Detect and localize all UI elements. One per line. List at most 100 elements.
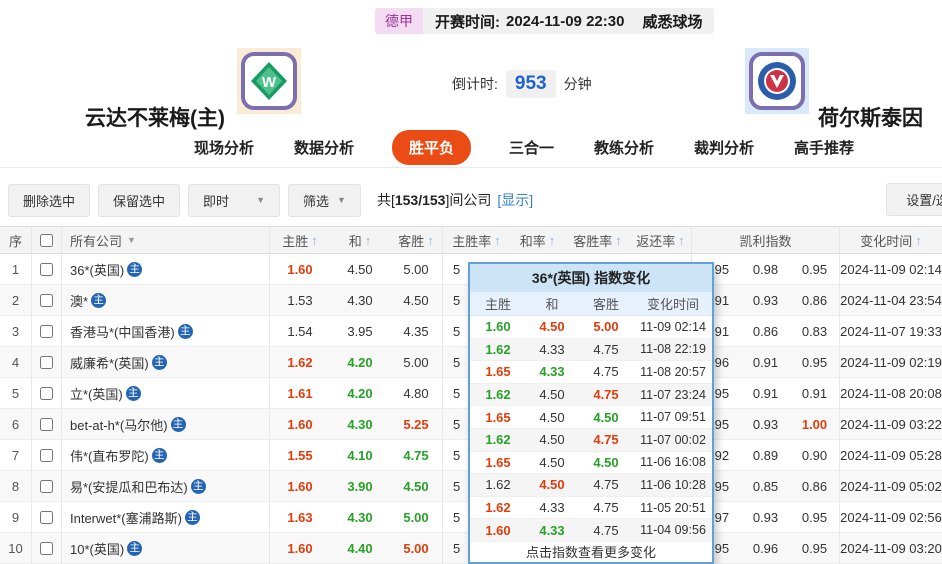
countdown: 倒计时: 953 分钟	[452, 70, 592, 98]
change-time: 2024-11-09 02:19	[840, 347, 942, 377]
draw-odds[interactable]: 4.30	[330, 285, 390, 315]
home-odds[interactable]: 1.60	[270, 533, 330, 563]
kelly-cell: 0.910.860.83	[692, 316, 840, 346]
away-odds[interactable]: 5.00	[390, 502, 443, 532]
show-link[interactable]: [显示]	[497, 192, 533, 208]
row-checkbox[interactable]	[40, 325, 53, 338]
popup-row: 1.62 4.33 4.75 11-08 22:19	[470, 339, 712, 362]
home-badge-icon: 主	[126, 386, 141, 401]
home-odds[interactable]: 1.61	[270, 378, 330, 408]
draw-odds[interactable]: 4.10	[330, 440, 390, 470]
home-odds[interactable]: 1.53	[270, 285, 330, 315]
draw-odds[interactable]: 4.20	[330, 378, 390, 408]
col-header-draw-rate[interactable]: 和率↑	[510, 227, 565, 253]
home-odds[interactable]: 1.60	[270, 409, 330, 439]
draw-odds[interactable]: 4.20	[330, 347, 390, 377]
away-odds[interactable]: 5.25	[390, 409, 443, 439]
away-odds[interactable]: 4.50	[390, 471, 443, 501]
sort-asc-icon: ↑	[615, 233, 622, 248]
company-cell[interactable]: 香港马*(中国香港) 主	[62, 316, 270, 346]
row-checkbox[interactable]	[40, 449, 53, 462]
row-checkbox[interactable]	[40, 263, 53, 276]
company-cell[interactable]: 易*(安提瓜和巴布达) 主	[62, 471, 270, 501]
col-header-draw[interactable]: 和↑	[330, 227, 390, 253]
home-badge-icon: 主	[171, 417, 186, 432]
keep-selected-button[interactable]: 保留选中	[98, 184, 180, 217]
col-header-home-rate[interactable]: 主胜率↑	[443, 227, 510, 253]
col-header-company[interactable]: 所有公司▼	[62, 227, 270, 253]
select-all-checkbox[interactable]	[40, 234, 53, 247]
home-crest-icon: W	[249, 60, 289, 102]
away-odds[interactable]: 5.00	[390, 347, 443, 377]
tab-现场分析[interactable]: 现场分析	[192, 130, 256, 165]
odds-toolbar: 删除选中 保留选中 即时 ▼ 筛选 ▼ 共[153/153]间公司[显示] 设置…	[0, 180, 942, 220]
col-header-kelly: 凯利指数	[692, 227, 840, 253]
popup-change-time: 11-07 23:24	[634, 388, 712, 402]
row-checkbox[interactable]	[40, 356, 53, 369]
kelly-cell: 0.950.910.91	[692, 378, 840, 408]
sort-asc-icon: ↑	[915, 233, 922, 248]
row-checkbox[interactable]	[40, 418, 53, 431]
row-checkbox[interactable]	[40, 480, 53, 493]
home-odds[interactable]: 1.55	[270, 440, 330, 470]
delete-selected-button[interactable]: 删除选中	[8, 184, 90, 217]
home-odds[interactable]: 1.60	[270, 254, 330, 284]
company-cell[interactable]: 伟*(直布罗陀) 主	[62, 440, 270, 470]
away-odds[interactable]: 5.00	[390, 254, 443, 284]
row-checkbox[interactable]	[40, 294, 53, 307]
col-header-change-time[interactable]: 变化时间↑	[840, 227, 942, 253]
away-odds[interactable]: 4.80	[390, 378, 443, 408]
tab-三合一[interactable]: 三合一	[507, 130, 556, 165]
draw-odds[interactable]: 3.95	[330, 316, 390, 346]
company-cell[interactable]: 36*(英国) 主	[62, 254, 270, 284]
col-header-away-win[interactable]: 客胜↑	[390, 227, 443, 253]
away-odds[interactable]: 4.35	[390, 316, 443, 346]
popup-draw-odds: 4.50	[526, 455, 578, 470]
company-cell[interactable]: Interwet*(塞浦路斯) 主	[62, 502, 270, 532]
chevron-down-icon: ▼	[256, 195, 265, 205]
match-info-bar: 德甲 开赛时间: 2024-11-09 22:30 威悉球场	[375, 8, 714, 34]
settings-select-button[interactable]: 设置/选择	[886, 183, 942, 216]
popup-away-odds: 4.75	[578, 432, 634, 447]
away-odds[interactable]: 4.50	[390, 285, 443, 315]
popup-away-odds: 4.75	[578, 477, 634, 492]
popup-draw-odds: 4.50	[526, 410, 578, 425]
company-name: 10*(英国)	[70, 539, 124, 558]
company-cell[interactable]: 澳* 主	[62, 285, 270, 315]
home-odds[interactable]: 1.63	[270, 502, 330, 532]
row-checkbox[interactable]	[40, 511, 53, 524]
filter-button[interactable]: 筛选 ▼	[288, 184, 361, 217]
away-odds[interactable]: 5.00	[390, 533, 443, 563]
popup-draw-odds: 4.50	[526, 387, 578, 402]
tab-胜平负[interactable]: 胜平负	[392, 130, 471, 165]
draw-odds[interactable]: 3.90	[330, 471, 390, 501]
home-odds[interactable]: 1.62	[270, 347, 330, 377]
tab-教练分析[interactable]: 教练分析	[592, 130, 656, 165]
tab-数据分析[interactable]: 数据分析	[292, 130, 356, 165]
draw-odds[interactable]: 4.30	[330, 409, 390, 439]
draw-odds[interactable]: 4.30	[330, 502, 390, 532]
col-header-return-rate[interactable]: 返还率↑	[630, 227, 692, 253]
tab-裁判分析[interactable]: 裁判分析	[692, 130, 756, 165]
odds-mode-select[interactable]: 即时 ▼	[188, 184, 280, 217]
company-cell[interactable]: 立*(英国) 主	[62, 378, 270, 408]
tab-高手推荐[interactable]: 高手推荐	[792, 130, 856, 165]
draw-odds[interactable]: 4.40	[330, 533, 390, 563]
company-name: 威廉希*(英国)	[70, 353, 149, 372]
col-header-away-rate[interactable]: 客胜率↑	[565, 227, 630, 253]
company-cell[interactable]: bet-at-h*(马尔他) 主	[62, 409, 270, 439]
away-odds[interactable]: 4.75	[390, 440, 443, 470]
popup-more-link[interactable]: 点击指数查看更多变化	[470, 542, 712, 564]
row-checkbox[interactable]	[40, 387, 53, 400]
popup-change-time: 11-08 22:19	[634, 342, 712, 356]
sort-asc-icon: ↑	[549, 233, 556, 248]
home-odds[interactable]: 1.54	[270, 316, 330, 346]
company-cell[interactable]: 威廉希*(英国) 主	[62, 347, 270, 377]
teams-header: 云达不莱梅(主) W 倒计时: 953 分钟 荷尔斯泰因	[0, 36, 942, 128]
row-checkbox[interactable]	[40, 542, 53, 555]
col-header-home-win[interactable]: 主胜↑	[270, 227, 330, 253]
row-index: 1	[0, 254, 32, 284]
company-cell[interactable]: 10*(英国) 主	[62, 533, 270, 563]
draw-odds[interactable]: 4.50	[330, 254, 390, 284]
home-odds[interactable]: 1.60	[270, 471, 330, 501]
